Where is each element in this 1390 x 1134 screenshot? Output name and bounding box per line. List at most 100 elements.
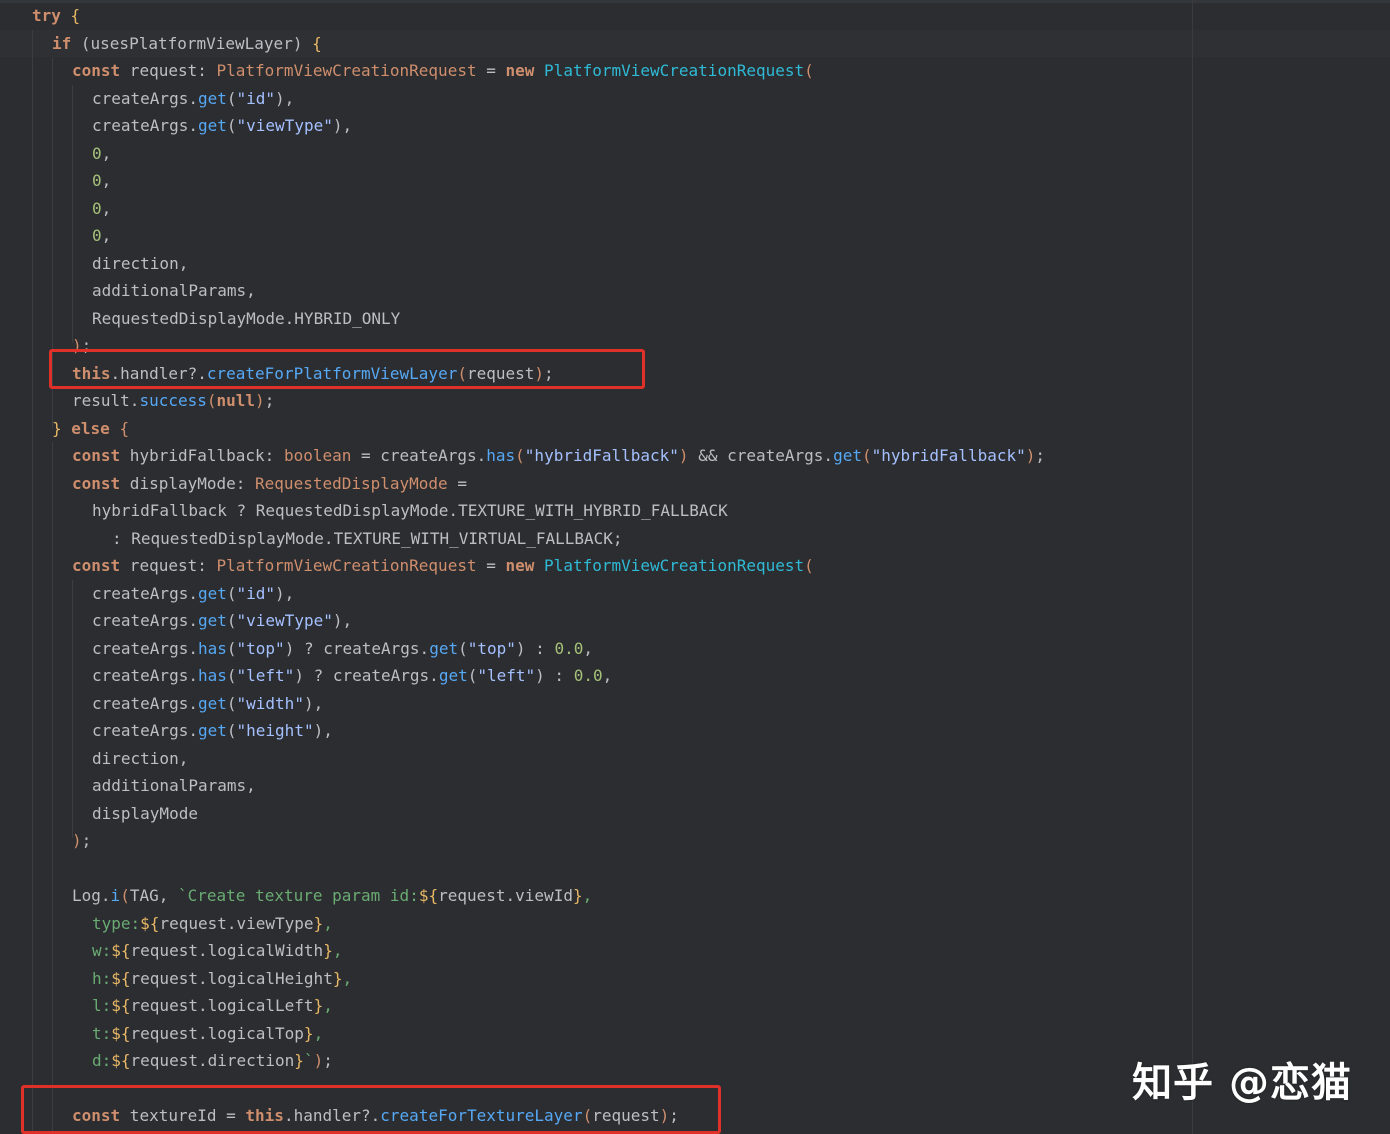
code-token: ) bbox=[72, 831, 82, 850]
code-token: : bbox=[197, 61, 217, 80]
code-line[interactable]: hybridFallback ? RequestedDisplayMode.TE… bbox=[32, 497, 1045, 525]
code-token: ; bbox=[81, 831, 92, 850]
code-line[interactable]: t:${request.logicalTop}, bbox=[32, 1020, 1045, 1048]
code-line[interactable]: createArgs.get("width"), bbox=[32, 690, 1045, 718]
code-token: { bbox=[119, 418, 130, 438]
code-line[interactable]: 0, bbox=[32, 222, 1045, 250]
code-token: try bbox=[32, 6, 61, 25]
code-token: if bbox=[52, 33, 72, 53]
code-token: , bbox=[101, 198, 112, 218]
code-line[interactable]: createArgs.get("viewType"), bbox=[32, 607, 1045, 635]
code-token: 0 bbox=[92, 143, 102, 163]
code-line[interactable]: additionalParams, bbox=[32, 277, 1045, 305]
code-token: ( bbox=[120, 886, 130, 905]
code-token: ${ bbox=[111, 968, 131, 988]
code-token: createArgs bbox=[323, 638, 420, 658]
code-line[interactable]: d:${request.direction}`); bbox=[32, 1047, 1045, 1075]
red-highlight-box-texture-layer bbox=[21, 1085, 721, 1134]
code-token: createArgs bbox=[727, 446, 824, 465]
code-token: , bbox=[602, 666, 613, 685]
code-line[interactable]: ); bbox=[32, 827, 1045, 855]
code-line[interactable]: if (usesPlatformViewLayer) { bbox=[32, 30, 1045, 58]
code-token: PlatformViewCreationRequest bbox=[544, 556, 805, 575]
code-line[interactable] bbox=[32, 855, 1045, 883]
code-token: && bbox=[688, 446, 728, 465]
code-token: displayMode bbox=[92, 803, 198, 823]
code-line[interactable]: direction, bbox=[32, 745, 1045, 773]
code-token: = bbox=[447, 473, 467, 493]
code-token: ( bbox=[226, 666, 237, 685]
code-line[interactable]: } else { bbox=[32, 415, 1045, 443]
code-token: const bbox=[72, 473, 121, 493]
code-token: "hybridFallback" bbox=[524, 446, 679, 465]
code-line[interactable]: 0, bbox=[32, 195, 1045, 223]
code-token: usesPlatformViewLayer bbox=[90, 33, 293, 53]
code-token: request.direction bbox=[130, 1051, 295, 1070]
code-token: RequestedDisplayMode bbox=[131, 528, 324, 548]
code-token: additionalParams bbox=[92, 776, 247, 795]
code-line[interactable]: createArgs.has("top") ? createArgs.get("… bbox=[32, 635, 1045, 663]
code-line[interactable]: result.success(null); bbox=[32, 387, 1045, 415]
code-line[interactable]: : RequestedDisplayMode.TEXTURE_WITH_VIRT… bbox=[32, 525, 1045, 553]
code-line[interactable]: w:${request.logicalWidth}, bbox=[32, 937, 1045, 965]
code-token: . bbox=[429, 666, 439, 685]
code-token: hybridFallback bbox=[92, 501, 227, 520]
code-token: additionalParams bbox=[92, 281, 247, 300]
code-line[interactable]: const hybridFallback: boolean = createAr… bbox=[32, 442, 1045, 470]
code-token: . bbox=[188, 693, 198, 713]
code-token: , bbox=[158, 886, 178, 905]
code-token: const bbox=[72, 446, 121, 465]
code-token: w: bbox=[92, 941, 112, 960]
code-token: ) : bbox=[535, 666, 574, 685]
code-token: success bbox=[139, 391, 207, 410]
code-token: 0.0 bbox=[573, 666, 603, 685]
code-line[interactable]: createArgs.get("id"), bbox=[32, 580, 1045, 608]
code-editor[interactable]: try {if (usesPlatformViewLayer) {const r… bbox=[0, 0, 1390, 1134]
code-token: . bbox=[188, 583, 198, 603]
code-line[interactable]: try { bbox=[32, 2, 1045, 30]
code-token: createArgs bbox=[92, 638, 189, 658]
code-token: request.logicalTop bbox=[130, 1023, 304, 1043]
code-token: . bbox=[188, 721, 198, 740]
code-area[interactable]: try {if (usesPlatformViewLayer) {const r… bbox=[32, 2, 1045, 1130]
code-token: RequestedDisplayMode bbox=[255, 473, 448, 493]
code-token: . bbox=[476, 446, 487, 465]
code-line[interactable]: createArgs.get("height"), bbox=[32, 717, 1045, 745]
code-token: t: bbox=[92, 1023, 112, 1043]
code-token: get bbox=[197, 611, 227, 630]
code-token: "height" bbox=[236, 721, 314, 740]
code-token: RequestedDisplayMode bbox=[255, 501, 449, 520]
code-token: ${ bbox=[111, 941, 131, 960]
code-line[interactable]: l:${request.logicalLeft}, bbox=[32, 992, 1045, 1020]
code-token: ( bbox=[804, 556, 814, 575]
code-token: result bbox=[72, 391, 130, 410]
code-token: ${ bbox=[140, 913, 160, 933]
code-token: } bbox=[323, 941, 333, 960]
code-token: . bbox=[323, 528, 334, 548]
code-token: RequestedDisplayMode bbox=[92, 308, 285, 328]
code-token: . bbox=[823, 446, 834, 465]
code-token: : bbox=[112, 528, 132, 548]
code-line[interactable]: createArgs.has("left") ? createArgs.get(… bbox=[32, 662, 1045, 690]
code-token: , bbox=[101, 226, 112, 245]
code-line[interactable]: RequestedDisplayMode.HYBRID_ONLY bbox=[32, 305, 1045, 333]
code-token: request.viewType bbox=[159, 913, 314, 933]
code-token: "viewType" bbox=[236, 116, 333, 135]
code-line[interactable]: h:${request.logicalHeight}, bbox=[32, 965, 1045, 993]
code-token: ; bbox=[612, 528, 623, 548]
code-line[interactable]: additionalParams, bbox=[32, 772, 1045, 800]
code-token: ( bbox=[861, 446, 872, 465]
code-line[interactable]: type:${request.viewType}, bbox=[32, 910, 1045, 938]
code-token: , bbox=[101, 143, 112, 163]
code-line[interactable]: 0, bbox=[32, 167, 1045, 195]
code-line[interactable]: createArgs.get("viewType"), bbox=[32, 112, 1045, 140]
code-line[interactable]: const displayMode: RequestedDisplayMode … bbox=[32, 470, 1045, 498]
code-line[interactable]: 0, bbox=[32, 140, 1045, 168]
code-line[interactable]: const request: PlatformViewCreationReque… bbox=[32, 552, 1045, 580]
code-line[interactable]: direction, bbox=[32, 250, 1045, 278]
code-line[interactable]: Log.i(TAG, `Create texture param id:${re… bbox=[32, 882, 1045, 910]
code-line[interactable]: createArgs.get("id"), bbox=[32, 85, 1045, 113]
code-line[interactable]: const request: PlatformViewCreationReque… bbox=[32, 57, 1045, 85]
code-line[interactable]: displayMode bbox=[32, 800, 1045, 828]
